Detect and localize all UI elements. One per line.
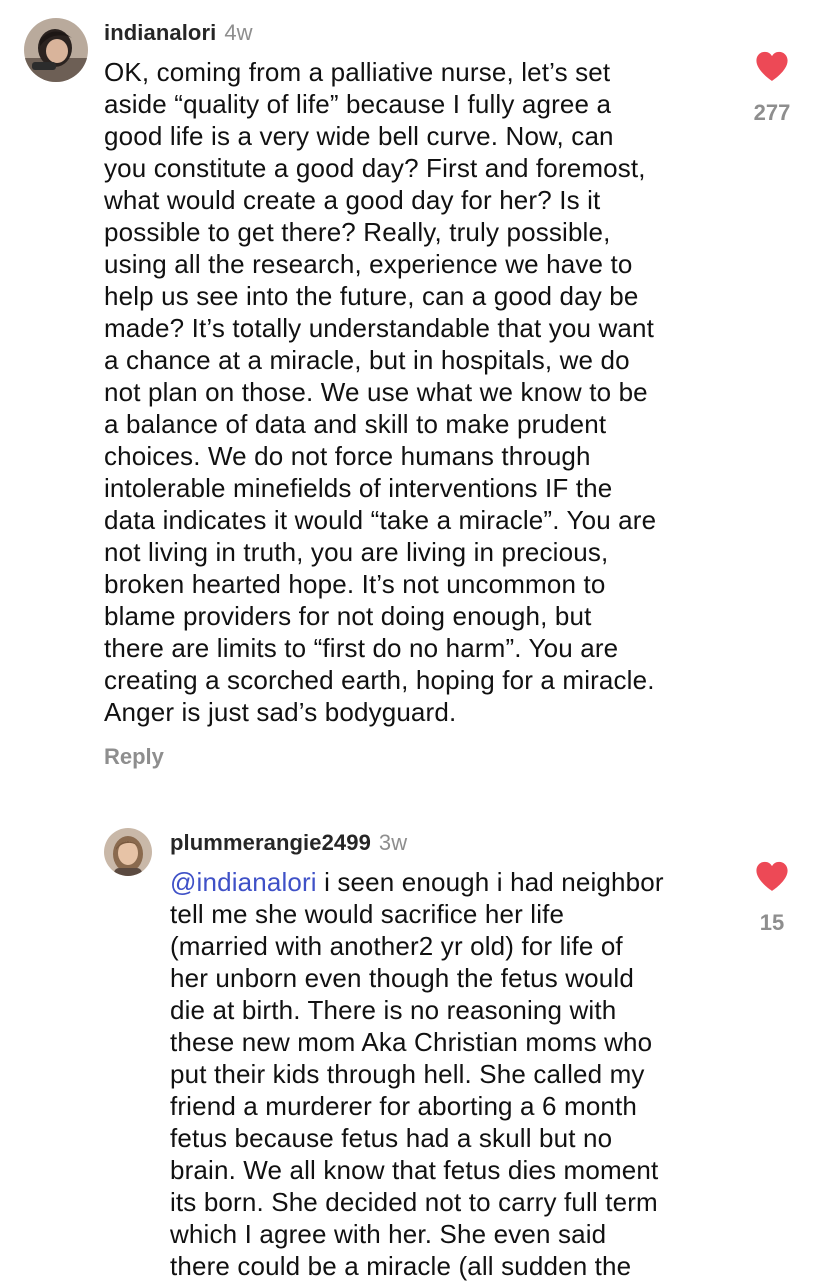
avatar-plummerangie2499[interactable] xyxy=(104,828,152,876)
avatar-image-plummerangie2499 xyxy=(104,828,152,876)
username-text[interactable]: plummerangie2499 xyxy=(170,830,371,855)
heart-icon[interactable] xyxy=(755,860,789,892)
avatar-indianalori[interactable] xyxy=(24,18,88,82)
comment-text: OK, coming from a palliative nurse, let’… xyxy=(104,57,657,727)
comment-body: i seen enough i had neighbor tell me she… xyxy=(170,867,664,1281)
avatar-image-indianalori xyxy=(24,18,88,82)
comment-timestamp: 4w xyxy=(224,20,253,45)
like-area: 15 xyxy=(742,860,802,936)
reply-button[interactable]: Reply xyxy=(104,744,164,770)
heart-icon[interactable] xyxy=(755,50,789,82)
username-text[interactable]: indianalori xyxy=(104,20,216,45)
mention-link[interactable]: @indianalori xyxy=(170,867,317,897)
like-area: 277 xyxy=(742,50,802,126)
comment-timestamp: 3w xyxy=(378,830,408,855)
like-count: 277 xyxy=(753,100,791,125)
comment-username[interactable]: indianalori 4w xyxy=(104,20,253,46)
like-count: 15 xyxy=(759,910,785,935)
comment-text: @indianalori i seen enough i had neighbo… xyxy=(170,866,750,1282)
comment-username[interactable]: plummerangie2499 3w xyxy=(170,830,407,856)
